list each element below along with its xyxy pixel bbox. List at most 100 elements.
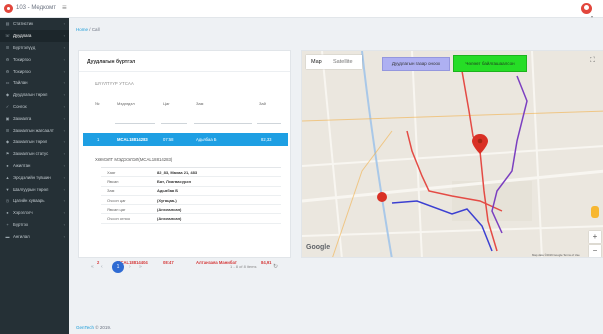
sidebar-item-label: Хэрэглэгч — [13, 210, 33, 216]
sidebar-item[interactable]: ● Ажилтан ‹ — [0, 160, 69, 172]
tag-icon: ◆ — [5, 139, 10, 145]
chevron-left-icon: ‹ — [63, 92, 65, 98]
street-view-pegman-icon[interactable] — [591, 206, 599, 218]
check-icon: ✓ — [5, 103, 10, 109]
sidebar-item[interactable]: ☰ Бүртгэлүүд ‹ — [0, 42, 69, 54]
sidebar-item-label: Тайлан — [13, 80, 28, 86]
sidebar-item[interactable]: ▬ Ангилал ‹ — [0, 230, 69, 242]
refresh-icon[interactable]: ↻ — [273, 263, 278, 270]
table-row-selected[interactable]: 1 MCAL18814283 07:58 Адьябаа Б 82,33 — [83, 133, 288, 146]
assign-location-button[interactable]: Дуудлагын газар оноох — [382, 57, 450, 71]
sidebar-item[interactable]: ▣ Захиалга ‹ — [0, 112, 69, 124]
chevron-left-icon: ‹ — [63, 56, 65, 62]
sidebar-item-label: Тохиргоо — [13, 56, 31, 62]
sidebar-item-label: Дуудлагын төрөл — [13, 92, 48, 98]
sidebar-item[interactable]: ▲ Эрсдэлийн түвшин ‹ — [0, 171, 69, 183]
sidebar-item-label: Эрсдэлийн түвшин — [13, 174, 51, 180]
phone-icon: ☏ — [5, 33, 11, 39]
chevron-down-icon[interactable]: ▾ — [591, 14, 593, 19]
filter-input-distance[interactable] — [257, 123, 281, 124]
column-header-time[interactable]: Цаг — [163, 101, 170, 106]
tab-map[interactable]: Map — [311, 59, 322, 65]
detail-row: Хаяг 82_83, Махаа 21, 483 — [101, 168, 281, 178]
google-logo: Google — [306, 244, 331, 251]
call-list-panel: Дуудлагын бүртгэл ШҮҮЛТҮҮР УТСАА № Мэдэг… — [78, 50, 361, 265]
column-header-number[interactable]: № — [95, 101, 99, 106]
detail-key: Очсон цаг — [107, 197, 126, 203]
chevron-left-icon: ‹ — [63, 221, 65, 227]
prev-page-button[interactable]: ‹ — [101, 264, 103, 270]
filter-input-route[interactable] — [194, 123, 252, 124]
filter-icon: ▼ — [5, 186, 10, 192]
sidebar-item[interactable]: + Бүртгэх ‹ — [0, 219, 69, 231]
first-page-button[interactable]: « — [91, 264, 94, 270]
detail-row: Явсан Бат, Лхагвасүрэн — [101, 177, 281, 187]
hamburger-menu-icon[interactable]: ≡ — [62, 4, 67, 12]
map-type-tabs: Map Satellite — [306, 55, 362, 69]
column-header-route[interactable]: Зам — [196, 101, 203, 106]
sidebar-item-label: Тохиргоо — [13, 68, 31, 74]
cart-icon: ▣ — [5, 115, 10, 121]
detail-header: ХӨМЭЛТ МЭДЭЭЛЭЛ(MCAL18814283) — [95, 157, 173, 162]
map-attribution[interactable]: Map data ©2019 Google Terms of Use — [532, 253, 580, 257]
last-page-button[interactable]: » — [139, 264, 142, 270]
detail-row: Очсон огноо (Анхлалсан) — [101, 214, 281, 224]
chevron-left-icon: ‹ — [63, 33, 65, 39]
sidebar-item[interactable]: ⚑ Захиалгын статус ‹ — [0, 148, 69, 160]
sidebar-item[interactable]: ✓ Сонгох ‹ — [0, 101, 69, 113]
plus-icon: + — [6, 221, 9, 227]
sidebar-item[interactable]: ▤ Статистик ‹ — [0, 18, 69, 30]
map-panel[interactable]: Map Satellite Дуудлагын газар оноох Чөлө… — [301, 50, 603, 258]
breadcrumb-home-link[interactable]: Home — [76, 27, 88, 32]
sidebar-item[interactable]: ● Хэрэглэгч ‹ — [0, 207, 69, 219]
chart-icon: ▤ — [5, 21, 10, 27]
chevron-left-icon: ‹ — [63, 186, 65, 192]
zoom-in-button[interactable]: + — [589, 231, 601, 243]
sidebar-item[interactable]: ▭ Тайлан ‹ — [0, 77, 69, 89]
panel-title: Дуудлагын бүртгэл — [87, 59, 136, 65]
pagination-info: 1 - 8 of 8 items — [230, 264, 257, 269]
map-canvas[interactable] — [302, 51, 603, 258]
app-title: 103 - Медкомт — [16, 5, 57, 11]
realtime-button[interactable]: Чөлөөт байлгашаалсон — [453, 55, 527, 72]
sidebar-item[interactable]: ◆ Дуудлагын төрөл ‹ — [0, 89, 69, 101]
user-avatar[interactable] — [581, 3, 592, 14]
chevron-left-icon: ‹ — [63, 68, 65, 74]
zoom-out-button[interactable]: − — [589, 245, 601, 257]
detail-value: 82_83, Махаа 21, 483 — [157, 169, 198, 175]
sidebar-item[interactable]: ◆ Захиалгын төрөл ‹ — [0, 136, 69, 148]
chevron-left-icon: ‹ — [63, 103, 65, 109]
chevron-left-icon: ‹ — [63, 233, 65, 239]
filter-label: ШҮҮЛТҮҮР УТСАА — [95, 81, 134, 86]
footer-company-link[interactable]: GenTech — [76, 325, 94, 330]
sidebar-item[interactable]: ◷ Цагийн хуваарь ‹ — [0, 195, 69, 207]
sidebar-item[interactable]: ▼ Шалгуурын төрөл ‹ — [0, 183, 69, 195]
filter-input-time[interactable] — [161, 123, 187, 124]
chevron-left-icon: ‹ — [63, 44, 65, 50]
column-header-notice[interactable]: Мэдэгдэл — [117, 101, 135, 106]
user-icon: ● — [6, 162, 9, 168]
detail-key: Очсон огноо — [107, 216, 131, 222]
sidebar-item-label: Ангилал — [13, 233, 30, 239]
detail-row: Зам Адьябаа Б — [101, 187, 281, 196]
sidebar-item[interactable]: ⚙ Тохиргоо ‹ — [0, 65, 69, 77]
tab-satellite[interactable]: Satellite — [333, 59, 353, 65]
filter-input-notice[interactable] — [115, 123, 155, 124]
sidebar-item[interactable]: ☰ Захиалгын жагсаалт ‹ — [0, 124, 69, 136]
column-header-distance[interactable]: Зай — [259, 101, 266, 106]
file-icon: ▭ — [5, 80, 10, 86]
fullscreen-icon[interactable]: ⛶ — [590, 57, 595, 65]
next-page-button[interactable]: › — [129, 264, 131, 270]
chevron-left-icon: ‹ — [63, 127, 65, 133]
row-distance: 82,33 — [261, 137, 272, 142]
sidebar-item-label: Бүртгэлүүд — [13, 44, 36, 50]
warning-icon: ▲ — [5, 174, 10, 180]
gear-icon: ⚙ — [5, 68, 10, 74]
current-page-button[interactable]: 1 — [112, 261, 124, 273]
chevron-left-icon: ‹ — [63, 162, 65, 168]
footer-copyright: © 2019. — [95, 325, 112, 330]
row-name: Адьябаа Б — [196, 137, 217, 142]
chevron-left-icon: ‹ — [63, 21, 65, 27]
sidebar-item[interactable]: ⚙ Тохиргоо ‹ — [0, 53, 69, 65]
sidebar-item[interactable]: ☏ Дуудлага ‹ — [0, 29, 69, 42]
